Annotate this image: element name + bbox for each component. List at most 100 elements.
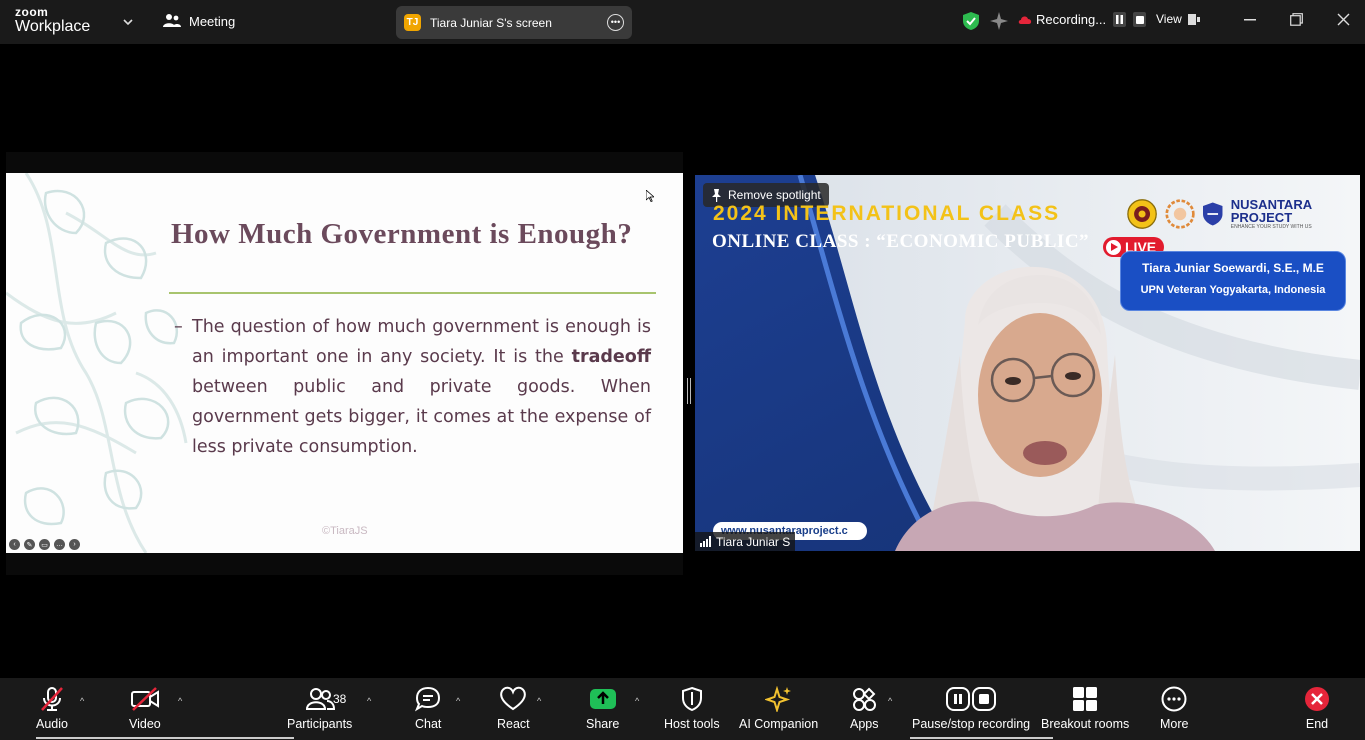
partner-emblem-icon (1165, 199, 1195, 229)
brand-tagline: ENHANCE YOUR STUDY WITH US (1230, 224, 1312, 230)
participants-count: 38 (333, 692, 347, 706)
signal-strength-icon (700, 536, 711, 547)
toolbar-underline-recording (910, 737, 1053, 739)
banner-title: 2024 INTERNATIONAL CLASS (713, 202, 1061, 225)
close-icon[interactable] (1337, 13, 1350, 26)
next-slide-icon[interactable]: › (69, 539, 80, 550)
brand-bottom: Workplace (15, 18, 91, 35)
sparkle-icon[interactable] (990, 12, 1008, 30)
video-options-icon[interactable]: ^ (178, 696, 182, 706)
share-button[interactable]: Share (586, 686, 619, 731)
audio-label: Audio (36, 717, 68, 731)
end-meeting-button[interactable]: End (1304, 686, 1330, 731)
participants-icon (305, 688, 335, 710)
leaf-decoration (6, 173, 188, 553)
pause-stop-recording-button[interactable]: Pause/stop recording (912, 686, 1030, 731)
apps-label: Apps (850, 717, 879, 731)
shield-check-icon[interactable] (962, 11, 980, 31)
meeting-people-icon (163, 14, 181, 27)
participants-options-icon[interactable]: ^ (367, 696, 371, 706)
video-button[interactable]: Video (129, 686, 161, 731)
options-icon[interactable]: … (54, 539, 65, 550)
camera-off-icon (130, 687, 159, 711)
prev-slide-icon[interactable]: ‹ (9, 539, 20, 550)
more-options-icon[interactable]: ••• (607, 14, 624, 31)
cloud-recording-icon (1018, 15, 1032, 24)
chevron-down-icon[interactable] (122, 16, 134, 28)
share-screen-icon (589, 689, 616, 709)
shield-icon (681, 686, 702, 712)
microphone-muted-icon (41, 687, 63, 711)
shared-screen-area: How Much Government is Enough? – The que… (6, 152, 683, 575)
play-icon (1106, 239, 1121, 255)
pause-stop-label: Pause/stop recording (912, 717, 1031, 731)
nusantara-shield-icon (1203, 202, 1223, 226)
end-icon (1305, 687, 1329, 711)
nusantara-brand: NUSANTARA PROJECT ENHANCE YOUR STUDY WITH… (1231, 198, 1360, 230)
meeting-label: Meeting (189, 13, 236, 29)
speaker-name: Tiara Juniar Soewardi, S.E., M.E (1142, 261, 1324, 275)
brand-top: zoom (15, 5, 49, 19)
slide-toolbar: ‹ ✎ ▭ … › (9, 539, 80, 550)
react-button[interactable]: React (497, 686, 530, 731)
chat-icon (415, 686, 441, 712)
partner-logos: NUSANTARA PROJECT ENHANCE YOUR STUDY WITH… (1127, 197, 1360, 231)
breakout-rooms-button[interactable]: Breakout rooms (1041, 686, 1129, 731)
chat-button[interactable]: Chat (415, 686, 441, 731)
audio-options-icon[interactable]: ^ (80, 696, 84, 706)
breakout-rooms-label: Breakout rooms (1041, 717, 1130, 731)
ai-sparkle-icon (764, 686, 791, 712)
chat-label: Chat (415, 717, 442, 731)
ai-companion-button[interactable]: AI Companion (739, 686, 818, 731)
end-label: End (1305, 717, 1329, 731)
chat-options-icon[interactable]: ^ (456, 696, 460, 706)
apps-options-icon[interactable]: ^ (888, 696, 892, 706)
slide-copyright: ©TiaraJS (322, 525, 368, 537)
speaker-affiliation: UPN Veteran Yogyakarta, Indonesia (1140, 284, 1326, 296)
host-tools-label: Host tools (664, 717, 720, 731)
top-bar: zoom Workplace Meeting TJ Tiara Juniar S… (0, 0, 1365, 44)
split-handle[interactable] (687, 378, 691, 404)
recording-status[interactable]: Recording... (1018, 12, 1147, 27)
shared-screen-tab[interactable]: TJ Tiara Juniar S's screen ••• (396, 6, 632, 39)
minimize-icon[interactable] (1244, 19, 1256, 21)
bullet-dash: – (174, 317, 183, 337)
share-options-icon[interactable]: ^ (635, 696, 639, 706)
react-label: React (497, 717, 530, 731)
participant-name: Tiara Juniar S (716, 534, 791, 549)
pause-recording-icon[interactable] (1113, 12, 1127, 27)
slide-divider (169, 292, 656, 294)
mouse-cursor-icon (646, 190, 654, 202)
speaker-name-card: Tiara Juniar Soewardi, S.E., M.E UPN Vet… (1120, 251, 1346, 311)
pause-stop-icon (946, 687, 997, 711)
meeting-toolbar: Audio ^ Video ^ Participants 38 ^ Chat ^… (0, 678, 1365, 740)
audio-button[interactable]: Audio (36, 686, 68, 731)
host-tools-button[interactable]: Host tools (664, 686, 720, 731)
recording-label: Recording... (1036, 12, 1107, 27)
share-label: Share (586, 717, 620, 731)
view-label: View (1156, 12, 1182, 26)
meeting-menu[interactable]: Meeting (163, 13, 235, 29)
screen-tab-label: Tiara Juniar S's screen (430, 15, 552, 30)
view-menu[interactable]: View (1156, 12, 1200, 26)
more-label: More (1160, 717, 1189, 731)
participants-label: Participants (287, 717, 353, 731)
view-layout-icon (1187, 13, 1200, 25)
body-text-bold: tradeoff (571, 347, 651, 367)
presentation-slide: How Much Government is Enough? – The que… (6, 173, 683, 553)
pen-icon[interactable]: ✎ (24, 539, 35, 550)
video-label: Video (129, 717, 161, 731)
restore-icon[interactable] (1290, 13, 1303, 26)
body-text-2: between public and private goods. When g… (192, 377, 651, 457)
slide-paragraph: The question of how much government is e… (192, 312, 651, 462)
captions-icon[interactable]: ▭ (39, 539, 50, 550)
more-button[interactable]: More (1160, 686, 1188, 731)
stop-recording-icon[interactable] (1133, 12, 1147, 27)
apps-icon (853, 687, 877, 711)
apps-button[interactable]: Apps (850, 686, 879, 731)
banner-subtitle: ONLINE CLASS : “ECONOMIC PUBLIC” (712, 231, 1090, 252)
heart-icon (500, 686, 527, 711)
react-options-icon[interactable]: ^ (537, 696, 541, 706)
participant-video-tile[interactable]: Remove spotlight 2024 INTERNATIONAL CLAS… (695, 175, 1360, 551)
university-seal-icon (1127, 199, 1157, 229)
